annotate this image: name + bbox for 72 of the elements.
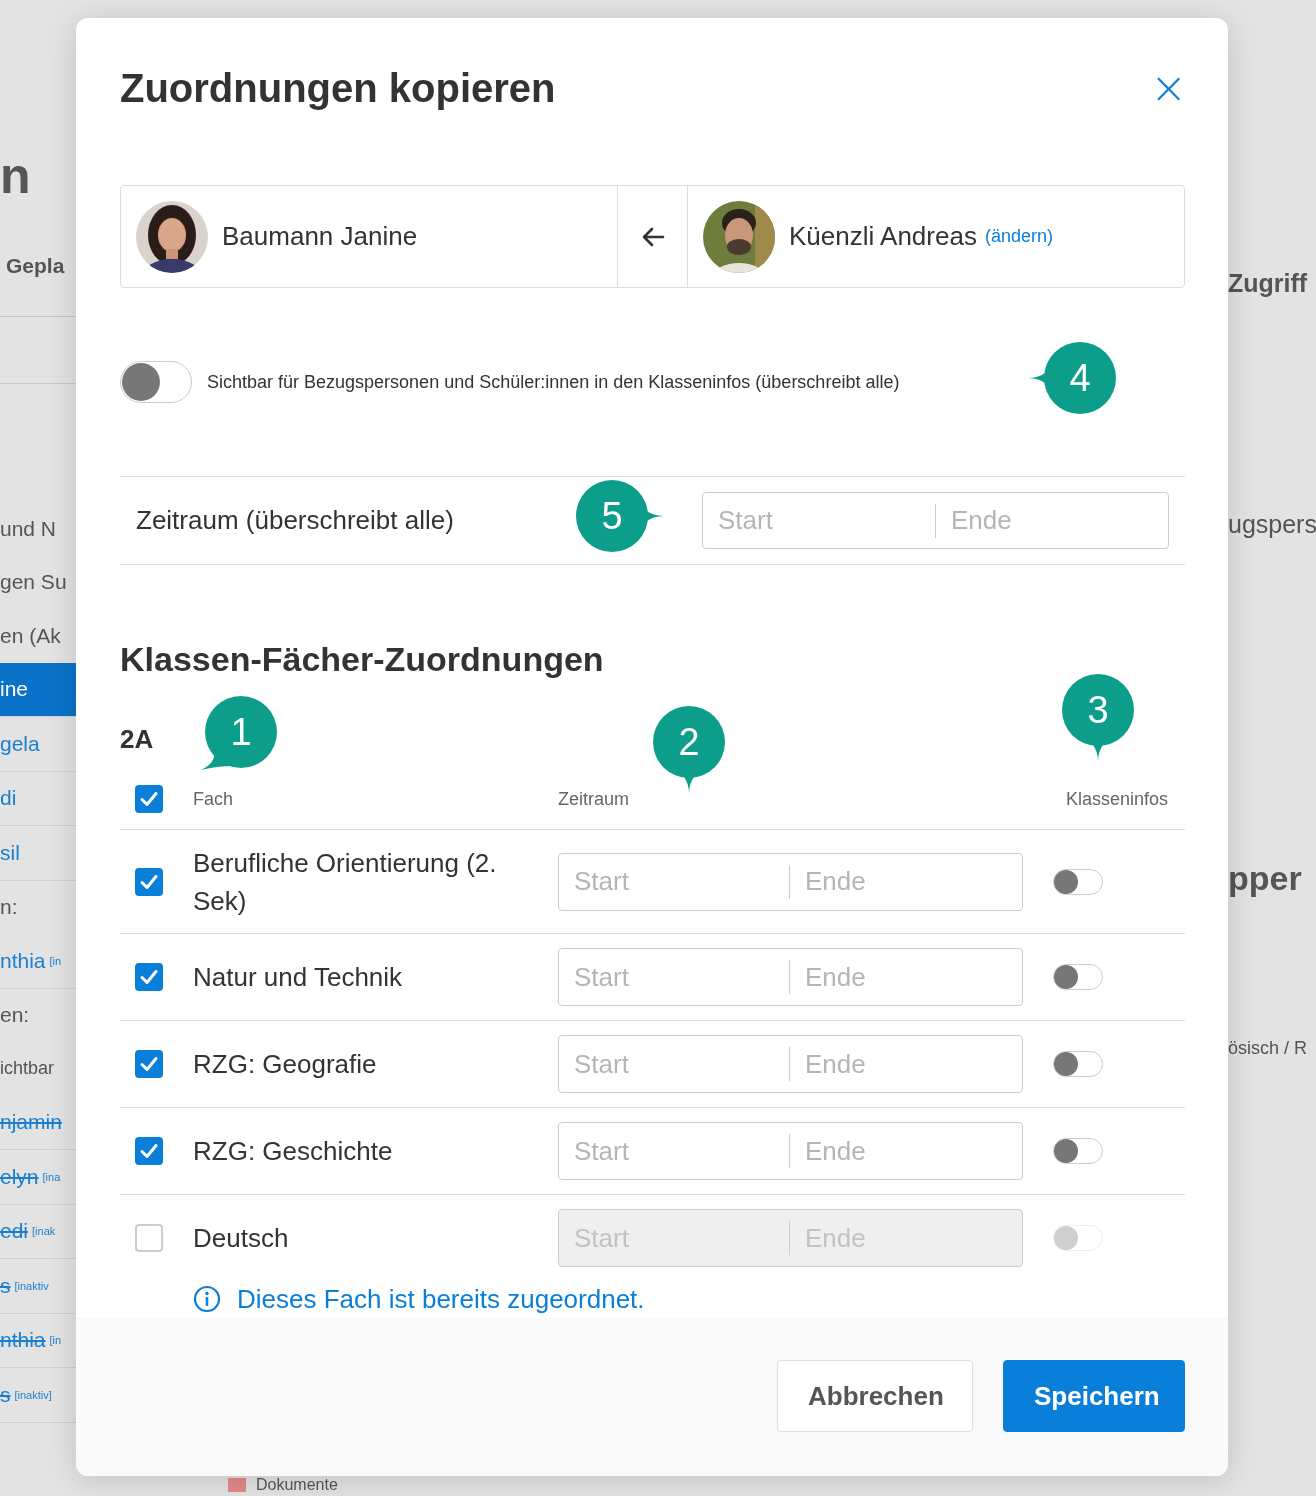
- end-date-field[interactable]: Ende: [790, 866, 1020, 897]
- end-date-field[interactable]: Ende: [936, 505, 1168, 536]
- cancel-button[interactable]: Abbrechen: [777, 1360, 973, 1432]
- column-header: Klasseninfos: [1065, 788, 1169, 810]
- arrow-left-icon: [640, 226, 665, 247]
- toggle-label: Sichtbar für Bezugspersonen und Schüler:innen in den Klasseninfos (überschreibt alle): [207, 371, 900, 393]
- toggle-switch[interactable]: [120, 361, 192, 403]
- status-label: [in: [49, 954, 62, 967]
- page-text: gen Su: [0, 570, 67, 595]
- date-range-field[interactable]: Start Ende: [702, 492, 1169, 549]
- person-link[interactable]: sil: [0, 840, 20, 865]
- page-text: en (Ak: [0, 623, 61, 648]
- selected-list-item[interactable]: ine: [0, 677, 29, 702]
- status-label: [inaktiv]: [14, 1388, 52, 1401]
- field-label: Zeitraum (überschreibt alle): [136, 505, 454, 536]
- date-range-field[interactable]: Start Ende: [558, 1035, 1023, 1093]
- status-label: [in: [49, 1334, 62, 1347]
- end-date-field[interactable]: Ende: [790, 961, 1020, 993]
- column-header: Zeitraum: [558, 788, 630, 810]
- page-text: pper: [1228, 859, 1303, 898]
- subject-name: Berufliche Orientierung (2. Sek): [192, 846, 498, 918]
- subject-name: Deutsch: [192, 1222, 290, 1255]
- subject-name: Natur und Technik: [192, 961, 404, 994]
- start-date-field[interactable]: Start: [559, 961, 789, 993]
- save-button[interactable]: Speichern: [1003, 1360, 1185, 1432]
- toggle-switch[interactable]: [1053, 1138, 1103, 1164]
- date-range-field[interactable]: Start Ende: [558, 1122, 1023, 1180]
- toggle-switch[interactable]: [1053, 868, 1103, 895]
- page-text: n:: [0, 895, 18, 920]
- checkbox[interactable]: [135, 867, 163, 896]
- start-date-field[interactable]: Start: [559, 866, 789, 897]
- page-text: ichtbar: [0, 1058, 55, 1080]
- page-text: und N: [0, 516, 57, 541]
- end-date-field[interactable]: Ende: [790, 1135, 1020, 1167]
- date-range-field[interactable]: Start Ende: [558, 852, 1023, 911]
- page-text: Gepla: [5, 254, 66, 278]
- end-date-field[interactable]: Ende: [790, 1048, 1020, 1080]
- info-icon: [193, 1285, 221, 1313]
- page-text: ösisch / R: [1228, 1038, 1309, 1059]
- checkbox[interactable]: [135, 1050, 163, 1078]
- info-message: Dieses Fach ist bereits zugeordnet.: [237, 1283, 645, 1315]
- subject-name: RZG: Geschichte: [192, 1135, 394, 1168]
- close-button[interactable]: ×: [1150, 68, 1187, 108]
- checkbox[interactable]: [135, 1137, 163, 1165]
- checkbox[interactable]: [135, 785, 163, 813]
- section-title: Klassen-Fächer-Zuordnungen: [120, 639, 605, 680]
- person-link[interactable]: gela: [0, 731, 40, 756]
- document-icon: [228, 1478, 246, 1492]
- subject-name: RZG: Geografie: [192, 1048, 378, 1081]
- person-name: Baumann Janine: [222, 221, 418, 252]
- page-text: ugspers: [1228, 510, 1316, 539]
- start-date-field[interactable]: Start: [559, 1135, 789, 1167]
- toggle-switch[interactable]: [1053, 964, 1103, 990]
- status-label: [inak: [32, 1225, 56, 1238]
- date-range-field[interactable]: Start Ende: [558, 948, 1023, 1006]
- page-text: en:: [0, 1003, 30, 1028]
- checkbox[interactable]: [135, 963, 163, 991]
- start-date-field[interactable]: Start: [559, 1048, 789, 1080]
- person-name: Küenzli Andreas: [789, 221, 977, 252]
- person-link[interactable]: di: [0, 786, 17, 811]
- class-name: 2A: [120, 724, 154, 754]
- toggle-switch[interactable]: [1053, 1051, 1103, 1077]
- status-label: [ina: [42, 1170, 61, 1183]
- start-date-field[interactable]: Start: [703, 505, 935, 536]
- column-header: Fach: [192, 788, 235, 810]
- page-text: Zugriff: [1228, 269, 1309, 298]
- change-link[interactable]: (ändern): [984, 226, 1053, 247]
- person-link[interactable]: nthia: [0, 948, 46, 973]
- page-text: n: [0, 147, 32, 206]
- dialog-title: Zuordnungen kopieren: [120, 65, 556, 111]
- page-text: Dokumente: [256, 1476, 338, 1494]
- status-label: [inaktiv: [14, 1279, 49, 1292]
